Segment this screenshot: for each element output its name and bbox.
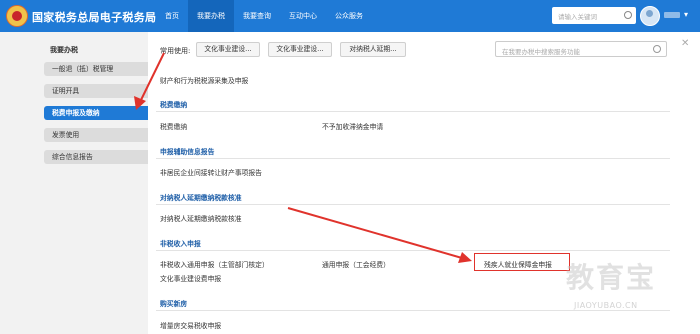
link-culture-fee-declaration[interactable]: 文化事业建设费申报: [160, 273, 221, 283]
search-icon[interactable]: [624, 11, 632, 19]
user-name-redacted[interactable]: [664, 12, 680, 18]
link-late-fee-waiver[interactable]: 不予加收滞纳金申请: [322, 121, 383, 131]
common-button-deferral[interactable]: 对纳税人延期...: [340, 42, 406, 57]
common-button-culture-fee-2[interactable]: 文化事业建设...: [268, 42, 332, 57]
section-divider: [156, 111, 670, 112]
nav-public-service[interactable]: 公众服务: [326, 0, 372, 32]
sidebar-item-tax-declaration[interactable]: 税费申报及缴纳: [44, 106, 148, 120]
link-deferral-approval[interactable]: 对纳税人延期缴纳税款核准: [160, 213, 242, 223]
top-header: 国家税务总局电子税务局 首页 我要办税 我要查询 互动中心 公众服务 请输入关键…: [0, 0, 700, 32]
tax-emblem-icon[interactable]: [6, 5, 28, 27]
site-brand[interactable]: 国家税务总局电子税务局: [32, 9, 156, 25]
nav-query[interactable]: 我要查询: [234, 0, 280, 32]
nav-interaction[interactable]: 互动中心: [280, 0, 326, 32]
header-search-input[interactable]: 请输入关键词: [552, 7, 636, 24]
sidebar-item-refund[interactable]: 一般退（抵）税管理: [44, 62, 148, 76]
sidebar-item-invoice[interactable]: 发票使用: [44, 128, 148, 142]
link-union-fee-declaration[interactable]: 通用申报（工会经费）: [322, 259, 390, 269]
link-nontax-general-declaration[interactable]: 非税收入通用申报（主管部门核定）: [160, 259, 269, 269]
section-divider: [156, 204, 670, 205]
watermark-domain: JIAOYUBAO.CN: [574, 301, 638, 310]
header-search-placeholder: 请输入关键词: [558, 13, 597, 21]
section-divider: [156, 310, 670, 311]
sidebar-title: 我要办税: [50, 46, 78, 54]
sidebar: 我要办税 一般退（抵）税管理 证明开具 税费申报及缴纳 发票使用 综合信息报告: [0, 32, 148, 334]
section-divider: [156, 158, 670, 159]
section-title-tax-payment: 税费缴纳: [160, 101, 188, 109]
link-nonresident-transfer-report[interactable]: 非居民企业间接转让财产事项报告: [160, 167, 262, 177]
link-incremental-house-tax[interactable]: 增量房交易税收申报: [160, 320, 221, 330]
search-icon[interactable]: [653, 45, 661, 53]
chevron-down-icon[interactable]: ▾: [684, 10, 688, 19]
common-use-label: 常用使用:: [160, 47, 191, 55]
section-title-nontax-revenue: 非税收入申报: [160, 240, 201, 248]
user-avatar[interactable]: [640, 6, 660, 26]
service-search-placeholder: 在我要办税中搜索服务功能: [502, 48, 580, 56]
service-search-input[interactable]: 在我要办税中搜索服务功能: [495, 41, 667, 57]
watermark-logo: 教育宝: [566, 261, 657, 294]
link-tax-payment[interactable]: 税费缴纳: [160, 121, 187, 131]
main-nav: 首页 我要办税 我要查询 互动中心 公众服务: [156, 0, 372, 32]
section-title-deferral-approval: 对纳税人延期缴纳税款核准: [160, 194, 242, 202]
annotation-arrowhead-disability-fund: [458, 252, 472, 263]
section-title-auxiliary-report: 申报辅助信息报告: [160, 148, 215, 156]
annotation-highlight-box: [474, 253, 570, 271]
sidebar-item-certificate[interactable]: 证明开具: [44, 84, 148, 98]
common-button-culture-fee-1[interactable]: 文化事业建设...: [196, 42, 260, 57]
nav-home[interactable]: 首页: [156, 0, 188, 32]
nav-tax-handling[interactable]: 我要办税: [188, 0, 234, 32]
link-property-tax-source[interactable]: 财产和行为税税源采集及申报: [160, 75, 248, 85]
sidebar-item-info-report[interactable]: 综合信息报告: [44, 150, 148, 164]
section-title-new-house: 购买新房: [160, 300, 188, 308]
section-divider: [156, 250, 670, 251]
close-icon[interactable]: ✕: [681, 38, 689, 49]
